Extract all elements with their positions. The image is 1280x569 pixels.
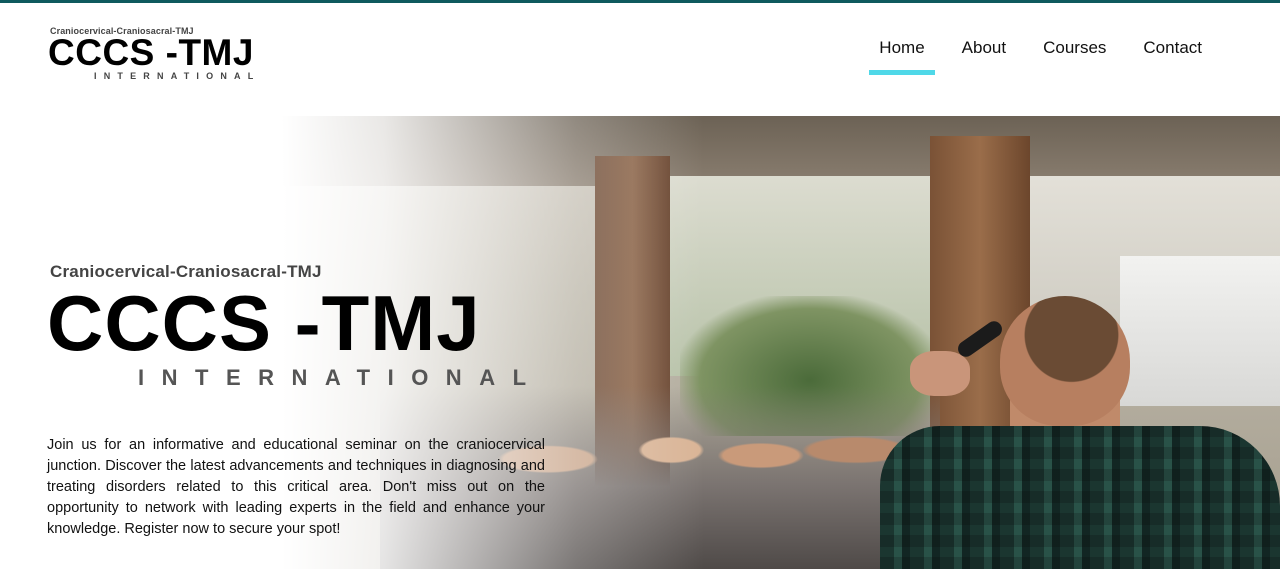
nav-item-contact: Contact [1143, 3, 1202, 116]
logo-tagline: INTERNATIONAL [94, 71, 261, 81]
nav-link-contact[interactable]: Contact [1143, 3, 1202, 116]
nav-item-courses: Courses [1043, 3, 1106, 116]
main-nav: Home About Courses Contact [869, 3, 1202, 116]
logo-name: CCCS -TMJ [48, 32, 254, 73]
hero-description: Join us for an informative and education… [47, 437, 545, 537]
nav-item-home: Home [869, 3, 935, 116]
nav-active-indicator [869, 70, 935, 75]
nav-link-about[interactable]: About [962, 3, 1006, 116]
nav-link-courses[interactable]: Courses [1043, 3, 1106, 116]
site-header: Craniocervical-Craniosacral-TMJ CCCS -TM… [0, 3, 1280, 116]
nav-item-about: About [962, 3, 1006, 116]
hero-section: Craniocervical-Craniosacral-TMJ CCCS -TM… [0, 116, 1280, 569]
hero-text-block: Craniocervical-Craniosacral-TMJ CCCS -TM… [0, 116, 620, 569]
site-logo[interactable]: Craniocervical-Craniosacral-TMJ CCCS -TM… [48, 26, 263, 84]
hero-title: CCCS -TMJ [47, 279, 481, 367]
hero-tagline: INTERNATIONAL [138, 365, 544, 390]
nav-link-home[interactable]: Home [879, 3, 924, 116]
